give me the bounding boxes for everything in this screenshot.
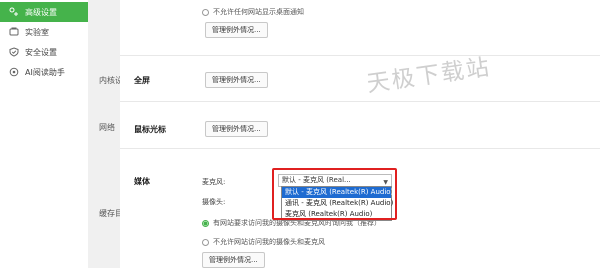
sidebar-item-label: 高级设置 xyxy=(25,7,57,17)
notifications-exceptions-button[interactable]: 管理例外情况... xyxy=(205,22,268,38)
microphone-dropdown-list: 默认 - 麦克风 (Realtek(R) Audio) 通讯 - 麦克风 (Re… xyxy=(281,186,393,221)
ai-reader-icon xyxy=(8,66,20,78)
sidebar-item-security[interactable]: 安全设置 xyxy=(0,42,88,62)
shield-icon xyxy=(8,46,20,58)
fullscreen-title: 全屏 xyxy=(134,76,150,85)
camera-label: 摄像头: xyxy=(202,198,226,206)
dropdown-option[interactable]: 麦克风 (Realtek(R) Audio) xyxy=(282,209,391,220)
radio-label: 不允许任何网站显示桌面通知 xyxy=(213,8,304,16)
settings-sidebar: 高级设置 实验室 安全设置 AI阅读助手 xyxy=(0,0,89,268)
radio-label: 不允许网站访问我的摄像头和麦克风 xyxy=(213,238,325,246)
microphone-label: 麦克风: xyxy=(202,178,226,186)
sidebar-item-advanced-settings[interactable]: 高级设置 xyxy=(0,2,88,22)
section-divider xyxy=(120,55,600,56)
radio-indicator xyxy=(202,238,209,246)
dropdown-option[interactable]: 默认 - 麦克风 (Realtek(R) Audio) xyxy=(282,187,393,198)
section-label-network: 网络 xyxy=(99,123,115,132)
radio-indicator xyxy=(202,219,209,227)
advanced-settings-icon xyxy=(8,6,20,18)
section-divider xyxy=(120,101,600,102)
sidebar-item-label: 安全设置 xyxy=(25,47,57,57)
fullscreen-exceptions-button[interactable]: 管理例外情况... xyxy=(205,72,268,88)
radio-indicator xyxy=(202,8,209,16)
dropdown-option[interactable]: 通讯 - 麦克风 (Realtek(R) Audio) xyxy=(282,198,393,209)
deny-notifications-radio[interactable]: 不允许任何网站显示桌面通知 xyxy=(202,7,304,17)
sidebar-item-ai-reader[interactable]: AI阅读助手 xyxy=(0,62,88,82)
sidebar-item-label: 实验室 xyxy=(25,27,49,37)
section-divider xyxy=(120,148,600,149)
media-title: 媒体 xyxy=(134,177,150,186)
deny-media-radio[interactable]: 不允许网站访问我的摄像头和麦克风 xyxy=(202,237,325,247)
media-exceptions-button[interactable]: 管理例外情况... xyxy=(202,252,265,268)
settings-section-nav xyxy=(88,0,121,268)
sidebar-item-lab[interactable]: 实验室 xyxy=(0,22,88,42)
mouse-cursor-title: 鼠标光标 xyxy=(134,125,166,134)
microphone-selected-value: 默认 - 麦克风 (Real... xyxy=(282,176,351,184)
lab-icon xyxy=(8,26,20,38)
mouse-cursor-exceptions-button[interactable]: 管理例外情况... xyxy=(205,121,268,137)
sidebar-item-label: AI阅读助手 xyxy=(25,67,65,77)
